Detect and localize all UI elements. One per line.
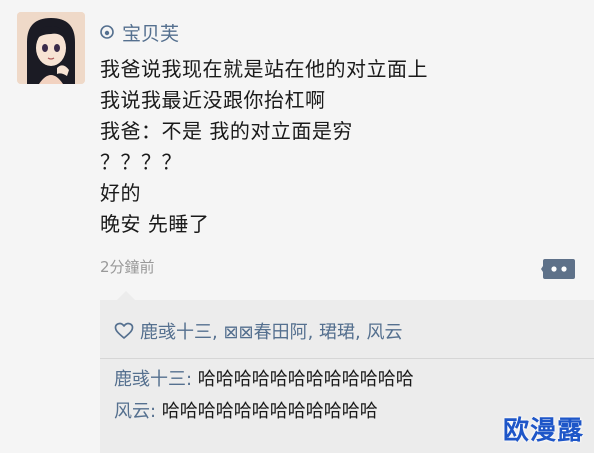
heart-icon bbox=[114, 322, 134, 340]
comment-author[interactable]: 风云: bbox=[114, 401, 156, 422]
author-row: 宝贝芙 bbox=[100, 18, 179, 46]
post-line: ？？？？ bbox=[100, 150, 182, 174]
panel-pointer bbox=[117, 291, 135, 300]
avatar-image bbox=[17, 12, 85, 84]
avatar[interactable] bbox=[17, 12, 85, 84]
post-line: 晚安 先睡了 bbox=[100, 212, 210, 236]
likes-row: 鹿彧十三, ⊠⊠春田阿, 珺珺, 风云 bbox=[114, 318, 403, 344]
comment-button[interactable] bbox=[541, 256, 577, 282]
divider bbox=[100, 358, 594, 359]
comment-item[interactable]: 风云: 哈哈哈哈哈哈哈哈哈哈哈哈 bbox=[114, 399, 378, 425]
watermark: 欧漫露 bbox=[502, 416, 584, 446]
comment-author[interactable]: 鹿彧十三: bbox=[114, 369, 192, 390]
weibo-icon bbox=[100, 25, 114, 39]
moment-post: 宝贝芙 我爸说我现在就是站在他的对立面上 我说我最近没跟你抬杠啊 我爸：不是 我… bbox=[0, 0, 594, 453]
post-timestamp: 2分鐘前 bbox=[100, 258, 155, 276]
comment-item[interactable]: 鹿彧十三: 哈哈哈哈哈哈哈哈哈哈哈哈 bbox=[114, 367, 414, 393]
author-name[interactable]: 宝贝芙 bbox=[122, 19, 179, 46]
post-line: 我说我最近没跟你抬杠啊 bbox=[100, 88, 326, 112]
comment-text: 哈哈哈哈哈哈哈哈哈哈哈哈 bbox=[156, 401, 378, 422]
post-line: 好的 bbox=[100, 181, 141, 205]
post-line: 我爸：不是 我的对立面是穷 bbox=[100, 119, 353, 143]
comment-icon bbox=[541, 259, 575, 279]
post-text: 我爸说我现在就是站在他的对立面上 我说我最近没跟你抬杠啊 我爸：不是 我的对立面… bbox=[100, 54, 570, 240]
comment-text: 哈哈哈哈哈哈哈哈哈哈哈哈 bbox=[192, 369, 414, 390]
post-line: 我爸说我现在就是站在他的对立面上 bbox=[100, 57, 428, 81]
liker-names[interactable]: 鹿彧十三, ⊠⊠春田阿, 珺珺, 风云 bbox=[140, 318, 403, 344]
